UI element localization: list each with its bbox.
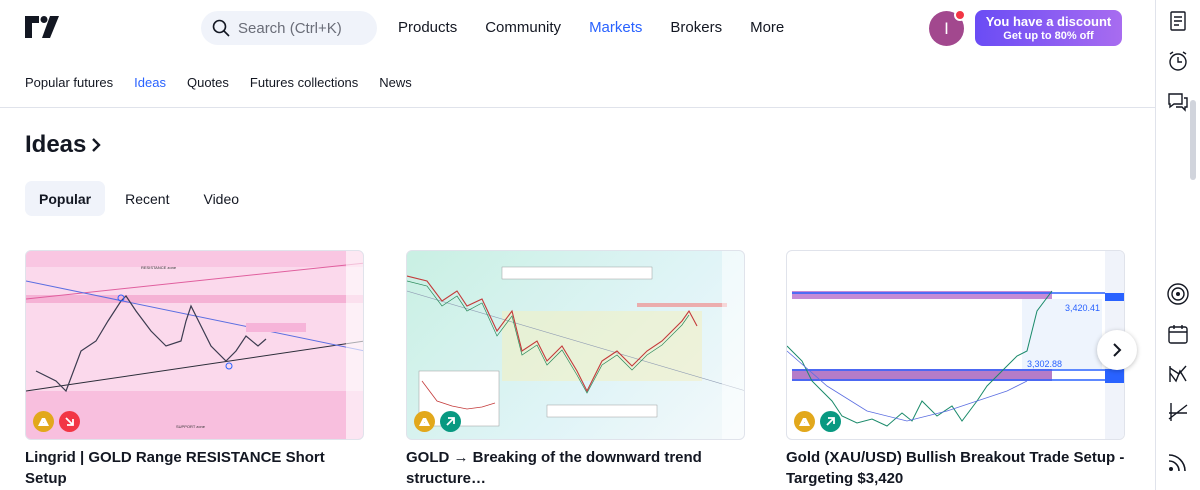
ideas-tabs: Popular Recent Video (25, 181, 253, 216)
avatar-initial: I (944, 18, 949, 38)
arrow-down-right-icon (59, 411, 80, 432)
target-icon[interactable] (1163, 279, 1193, 309)
chart-thumbnail-1: RESISTANCE zone SUPPORT zone (26, 251, 363, 439)
discount-line2: Get up to 80% off (1003, 30, 1094, 42)
carousel-next-button[interactable] (1097, 330, 1137, 370)
nav-markets[interactable]: Markets (589, 19, 642, 36)
resistance-label: RESISTANCE zone (141, 265, 177, 270)
idea-thumbnail[interactable]: RESISTANCE zone SUPPORT zone (25, 250, 364, 440)
ideas-section-title[interactable]: Ideas (25, 131, 102, 159)
tradingview-logo[interactable] (25, 16, 59, 38)
divider (0, 107, 1155, 108)
support-label: SUPPORT zone (176, 424, 206, 429)
idea-thumbnail[interactable]: 3,420.41 3,302.88 (786, 250, 1125, 440)
chevron-right-icon (1113, 343, 1122, 357)
arrow-up-right-icon (820, 411, 841, 432)
sub-nav: Popular futures Ideas Quotes Futures col… (25, 75, 412, 90)
chevron-right-icon (92, 138, 102, 152)
avatar-notification-dot (954, 9, 966, 21)
idea-card[interactable]: 3,420.41 3,302.88 Gold (XAU/USD) Bullish… (786, 250, 1125, 489)
watchlist-icon[interactable] (1163, 6, 1193, 36)
idea-title[interactable]: Lingrid | GOLD Range RESISTANCE Short Se… (25, 447, 364, 489)
main-nav: Products Community Markets Brokers More (398, 19, 784, 36)
subnav-futures-collections[interactable]: Futures collections (250, 75, 358, 90)
search-input[interactable]: Search (Ctrl+K) (201, 11, 377, 45)
chart-thumbnail-3: 3,420.41 3,302.88 (787, 251, 1124, 439)
alarm-clock-icon[interactable] (1163, 46, 1193, 76)
page-scrollbar[interactable] (1190, 100, 1196, 180)
user-avatar[interactable]: I (929, 9, 966, 46)
calendar-icon[interactable] (1163, 319, 1193, 349)
nav-more[interactable]: More (750, 19, 784, 36)
notifications-feed-icon[interactable] (1163, 447, 1193, 477)
page: Search (Ctrl+K) Products Community Marke… (0, 0, 1200, 490)
gold-bars-icon (794, 411, 815, 432)
top-bar: Search (Ctrl+K) Products Community Marke… (0, 0, 1155, 56)
ideas-stream-icon[interactable] (1163, 359, 1193, 389)
chart-thumbnail-2 (407, 251, 744, 439)
discount-button[interactable]: You have a discount Get up to 80% off (975, 10, 1122, 46)
subnav-ideas[interactable]: Ideas (134, 75, 166, 90)
gold-bars-icon (33, 411, 54, 432)
breakout-price-label: 3,302.88 (1027, 359, 1062, 369)
idea-card[interactable]: RESISTANCE zone SUPPORT zone Lingrid | G… (25, 250, 364, 489)
idea-title[interactable]: GOLD → Breaking of the downward trend st… (406, 447, 745, 489)
tab-video[interactable]: Video (189, 181, 253, 216)
idea-title[interactable]: Gold (XAU/USD) Bullish Breakout Trade Se… (786, 447, 1125, 489)
trend-icon[interactable] (1163, 397, 1193, 427)
subnav-news[interactable]: News (379, 75, 412, 90)
right-toolbar: 2 (1155, 0, 1200, 490)
subnav-popular-futures[interactable]: Popular futures (25, 75, 113, 90)
tab-recent[interactable]: Recent (111, 181, 183, 216)
nav-community[interactable]: Community (485, 19, 561, 36)
section-title-text: Ideas (25, 131, 87, 158)
arrow-up-right-icon (440, 411, 461, 432)
search-placeholder: Search (Ctrl+K) (238, 19, 342, 37)
discount-line1: You have a discount (985, 14, 1112, 29)
nav-products[interactable]: Products (398, 19, 457, 36)
tab-popular[interactable]: Popular (25, 181, 106, 216)
chat-icon[interactable] (1163, 87, 1193, 117)
nav-brokers[interactable]: Brokers (670, 19, 722, 36)
subnav-quotes[interactable]: Quotes (187, 75, 229, 90)
gold-bars-icon (414, 411, 435, 432)
idea-thumbnail[interactable] (406, 250, 745, 440)
idea-card[interactable]: GOLD → Breaking of the downward trend st… (406, 250, 745, 489)
search-icon (212, 19, 230, 37)
target-price-label: 3,420.41 (1065, 303, 1100, 313)
